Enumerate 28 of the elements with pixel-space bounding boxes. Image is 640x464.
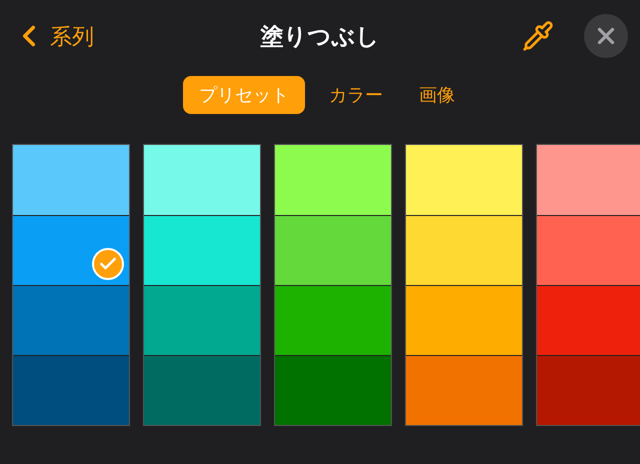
window-title: 塗りつぶし	[260, 22, 380, 51]
color-swatch[interactable]	[537, 355, 640, 425]
eyedropper-button[interactable]	[522, 20, 554, 52]
color-swatch[interactable]	[537, 215, 640, 285]
color-swatch[interactable]	[144, 215, 260, 285]
color-swatch[interactable]	[13, 145, 129, 215]
color-swatch[interactable]	[406, 145, 522, 215]
color-swatch[interactable]	[537, 285, 640, 355]
tab[interactable]: 画像	[407, 76, 467, 114]
tab[interactable]: カラー	[317, 76, 395, 114]
color-swatch[interactable]	[13, 215, 129, 285]
checkmark-icon	[92, 248, 124, 280]
color-swatch[interactable]	[406, 285, 522, 355]
color-swatch[interactable]	[537, 145, 640, 215]
color-swatch[interactable]	[144, 145, 260, 215]
color-swatch[interactable]	[144, 355, 260, 425]
color-swatch[interactable]	[13, 285, 129, 355]
color-swatch[interactable]	[406, 355, 522, 425]
back-button[interactable]: 系列	[12, 19, 94, 53]
color-swatch[interactable]	[275, 215, 391, 285]
color-swatch[interactable]	[406, 215, 522, 285]
eyedropper-icon	[522, 20, 554, 52]
color-swatch[interactable]	[275, 145, 391, 215]
color-swatch[interactable]	[275, 285, 391, 355]
close-button[interactable]	[584, 14, 628, 58]
color-swatch[interactable]	[275, 355, 391, 425]
color-swatch[interactable]	[13, 355, 129, 425]
color-swatch[interactable]	[144, 285, 260, 355]
